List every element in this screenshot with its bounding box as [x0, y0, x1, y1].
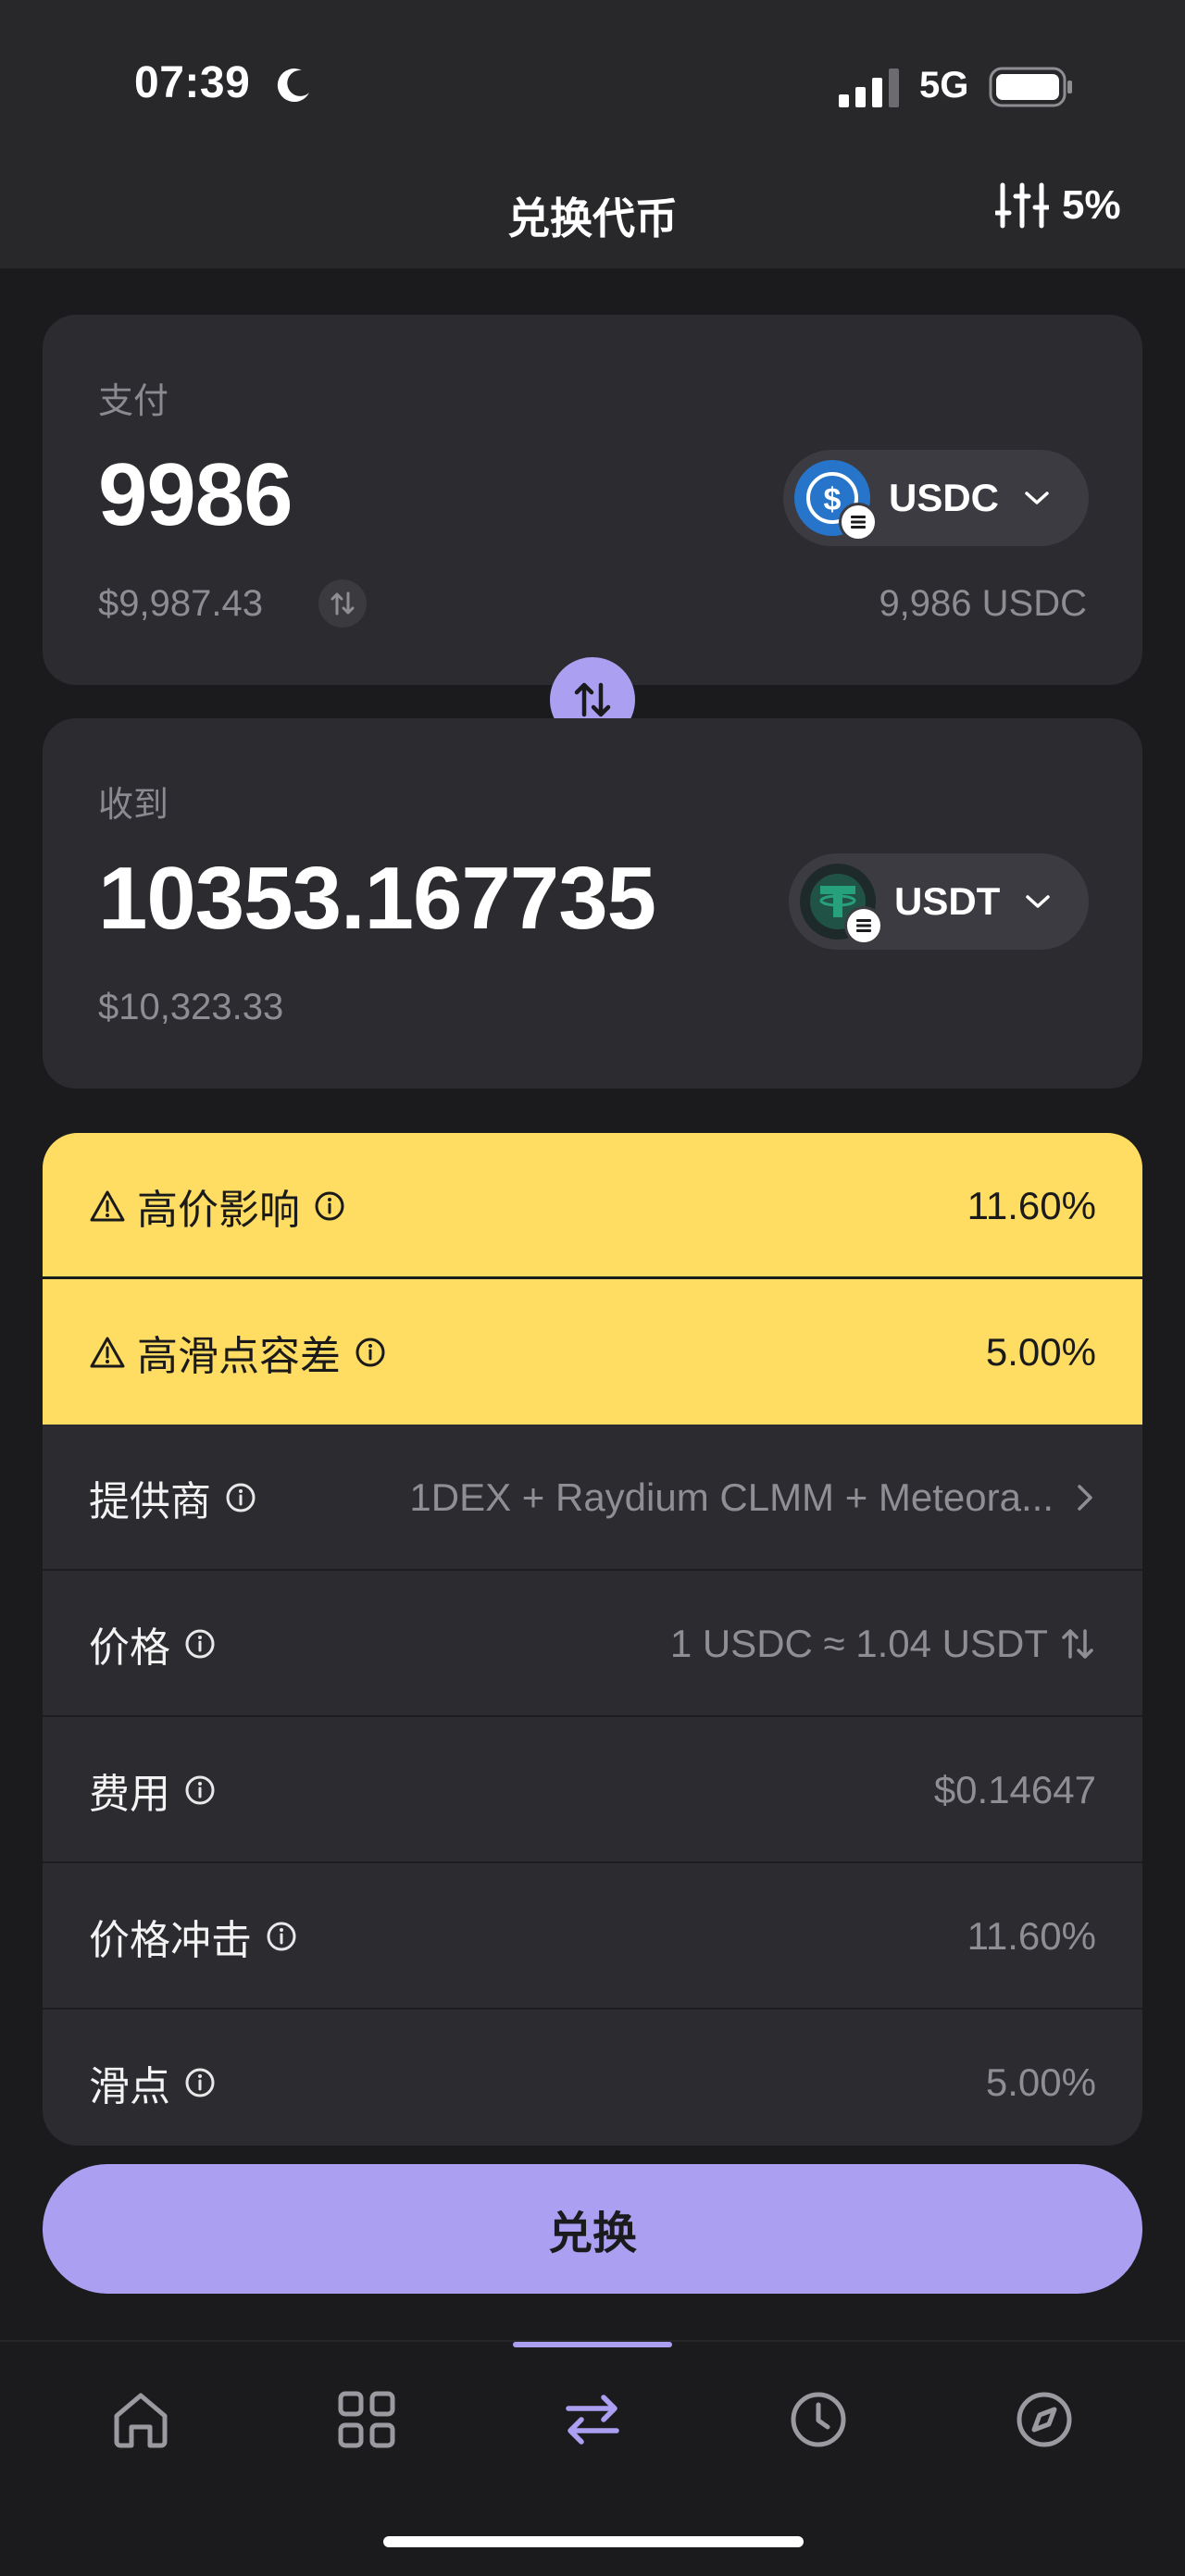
- nav-home[interactable]: [96, 2375, 185, 2464]
- grid-icon: [338, 2391, 395, 2448]
- receive-token-selector[interactable]: USDT: [789, 853, 1089, 950]
- detail-value: 1 USDC ≈ 1.04 USDT: [669, 1621, 1048, 1665]
- moon-icon: [277, 68, 309, 103]
- detail-row-price-impact: 价格冲击 11.60%: [43, 1863, 1142, 2009]
- detail-label-wrap: 价格冲击: [89, 1907, 298, 1966]
- receive-card: 收到 10353.167735 $10,323.33 USDT: [43, 718, 1142, 1089]
- slippage-value: 5%: [1062, 182, 1121, 228]
- swap-arrows-icon: [574, 682, 611, 717]
- swap-submit-button[interactable]: 兑换: [43, 2164, 1142, 2294]
- pay-token-selector[interactable]: $ USDC: [783, 450, 1089, 546]
- detail-value-wrap: 1 USDC ≈ 1.04 USDT: [670, 1622, 1096, 1666]
- signal-icon: [839, 68, 899, 107]
- receive-token-symbol: USDT: [894, 879, 1001, 923]
- chevron-right-icon: [1078, 1484, 1092, 1511]
- detail-row-price[interactable]: 价格 1 USDC ≈ 1.04 USDT: [43, 1571, 1142, 1716]
- pay-token-symbol: USDC: [889, 476, 1000, 519]
- nav-apps[interactable]: [322, 2375, 411, 2464]
- network-label: 5G: [919, 65, 969, 106]
- warning-icon: [90, 1190, 125, 1221]
- nav-swap[interactable]: [548, 2375, 637, 2464]
- warning-label-wrap: 高滑点容差: [89, 1323, 387, 1382]
- detail-label: 价格: [89, 1624, 170, 1671]
- info-icon[interactable]: [265, 1920, 298, 1953]
- detail-label-wrap: 价格: [89, 1614, 217, 1674]
- warning-label: 高滑点容差: [137, 1333, 341, 1379]
- detail-value: 11.60%: [967, 1913, 1096, 1958]
- currency-toggle-icon[interactable]: [318, 579, 367, 628]
- chevron-down-icon: [1026, 895, 1051, 908]
- pay-card: 支付 9986 $9,987.43 $ USDC 9,986 USDC: [43, 315, 1142, 685]
- pay-amount-input[interactable]: 9986: [98, 444, 293, 546]
- info-icon[interactable]: [183, 1773, 217, 1807]
- sliders-icon: [995, 182, 1049, 229]
- solana-badge-icon: [844, 906, 883, 945]
- detail-value: 5.00%: [985, 2060, 1096, 2104]
- home-icon: [114, 2393, 168, 2448]
- receive-usd-value: $10,323.33: [98, 987, 284, 1027]
- usdc-icon: $: [794, 460, 878, 541]
- detail-value: 1DEX + Raydium CLMM + Meteora...: [409, 1475, 1054, 1519]
- detail-row-fee: 费用 $0.14647: [43, 1717, 1142, 1862]
- detail-label-wrap: 费用: [89, 1761, 217, 1820]
- receive-amount: 10353.167735: [98, 849, 656, 948]
- battery-icon: [989, 67, 1072, 107]
- swap-arrows-icon: [331, 591, 355, 616]
- detail-label: 价格冲击: [89, 1917, 252, 1963]
- detail-label-wrap: 提供商: [89, 1468, 257, 1527]
- svg-text:$: $: [824, 482, 842, 517]
- pay-usd-value: $9,987.43: [98, 583, 263, 624]
- detail-value: $0.14647: [933, 1767, 1096, 1811]
- warning-row-price-impact[interactable]: 高价影响 11.60%: [43, 1133, 1142, 1278]
- info-icon[interactable]: [224, 1481, 257, 1514]
- usdt-icon: [800, 864, 883, 945]
- warning-label-wrap: 高价影响: [89, 1176, 346, 1236]
- detail-label: 滑点: [89, 2063, 170, 2109]
- pay-balance[interactable]: 9,986 USDC: [879, 583, 1087, 625]
- detail-label-wrap: 滑点: [89, 2053, 217, 2112]
- detail-label: 费用: [89, 1771, 170, 1817]
- nav-active-indicator: [513, 2342, 672, 2347]
- warning-label: 高价影响: [137, 1187, 300, 1233]
- warning-value: 5.00%: [985, 1329, 1096, 1374]
- home-indicator: [383, 2536, 804, 2547]
- pay-label: 支付: [98, 382, 169, 421]
- solana-badge-icon: [839, 503, 878, 541]
- warning-row-slippage[interactable]: 高滑点容差 5.00%: [43, 1279, 1142, 1425]
- nav-history[interactable]: [774, 2375, 863, 2464]
- info-icon[interactable]: [183, 2066, 217, 2099]
- info-icon[interactable]: [354, 1336, 387, 1369]
- info-icon[interactable]: [183, 1627, 217, 1661]
- slippage-settings-button[interactable]: 5%: [995, 181, 1121, 230]
- warning-icon: [90, 1337, 125, 1367]
- nav-explore[interactable]: [1000, 2375, 1089, 2464]
- detail-row-provider[interactable]: 提供商 1DEX + Raydium CLMM + Meteora...: [43, 1425, 1142, 1570]
- explore-icon: [1017, 2392, 1072, 2447]
- receive-label: 收到: [98, 786, 169, 825]
- info-icon[interactable]: [313, 1189, 346, 1223]
- detail-label: 提供商: [89, 1478, 211, 1524]
- detail-value-wrap: 1DEX + Raydium CLMM + Meteora...: [409, 1475, 1096, 1520]
- detail-row-slippage: 滑点 5.00%: [43, 2010, 1142, 2146]
- swap-icon: [566, 2395, 619, 2445]
- chevron-down-icon: [1025, 492, 1049, 504]
- history-icon: [791, 2392, 846, 2447]
- status-time: 07:39: [134, 58, 251, 107]
- swap-arrows-icon[interactable]: [1059, 1625, 1096, 1662]
- warning-value: 11.60%: [967, 1183, 1096, 1227]
- swap-details-panel: 高价影响 11.60% 高滑点容差 5.00% 提供商 1DEX + Raydi…: [43, 1133, 1142, 2146]
